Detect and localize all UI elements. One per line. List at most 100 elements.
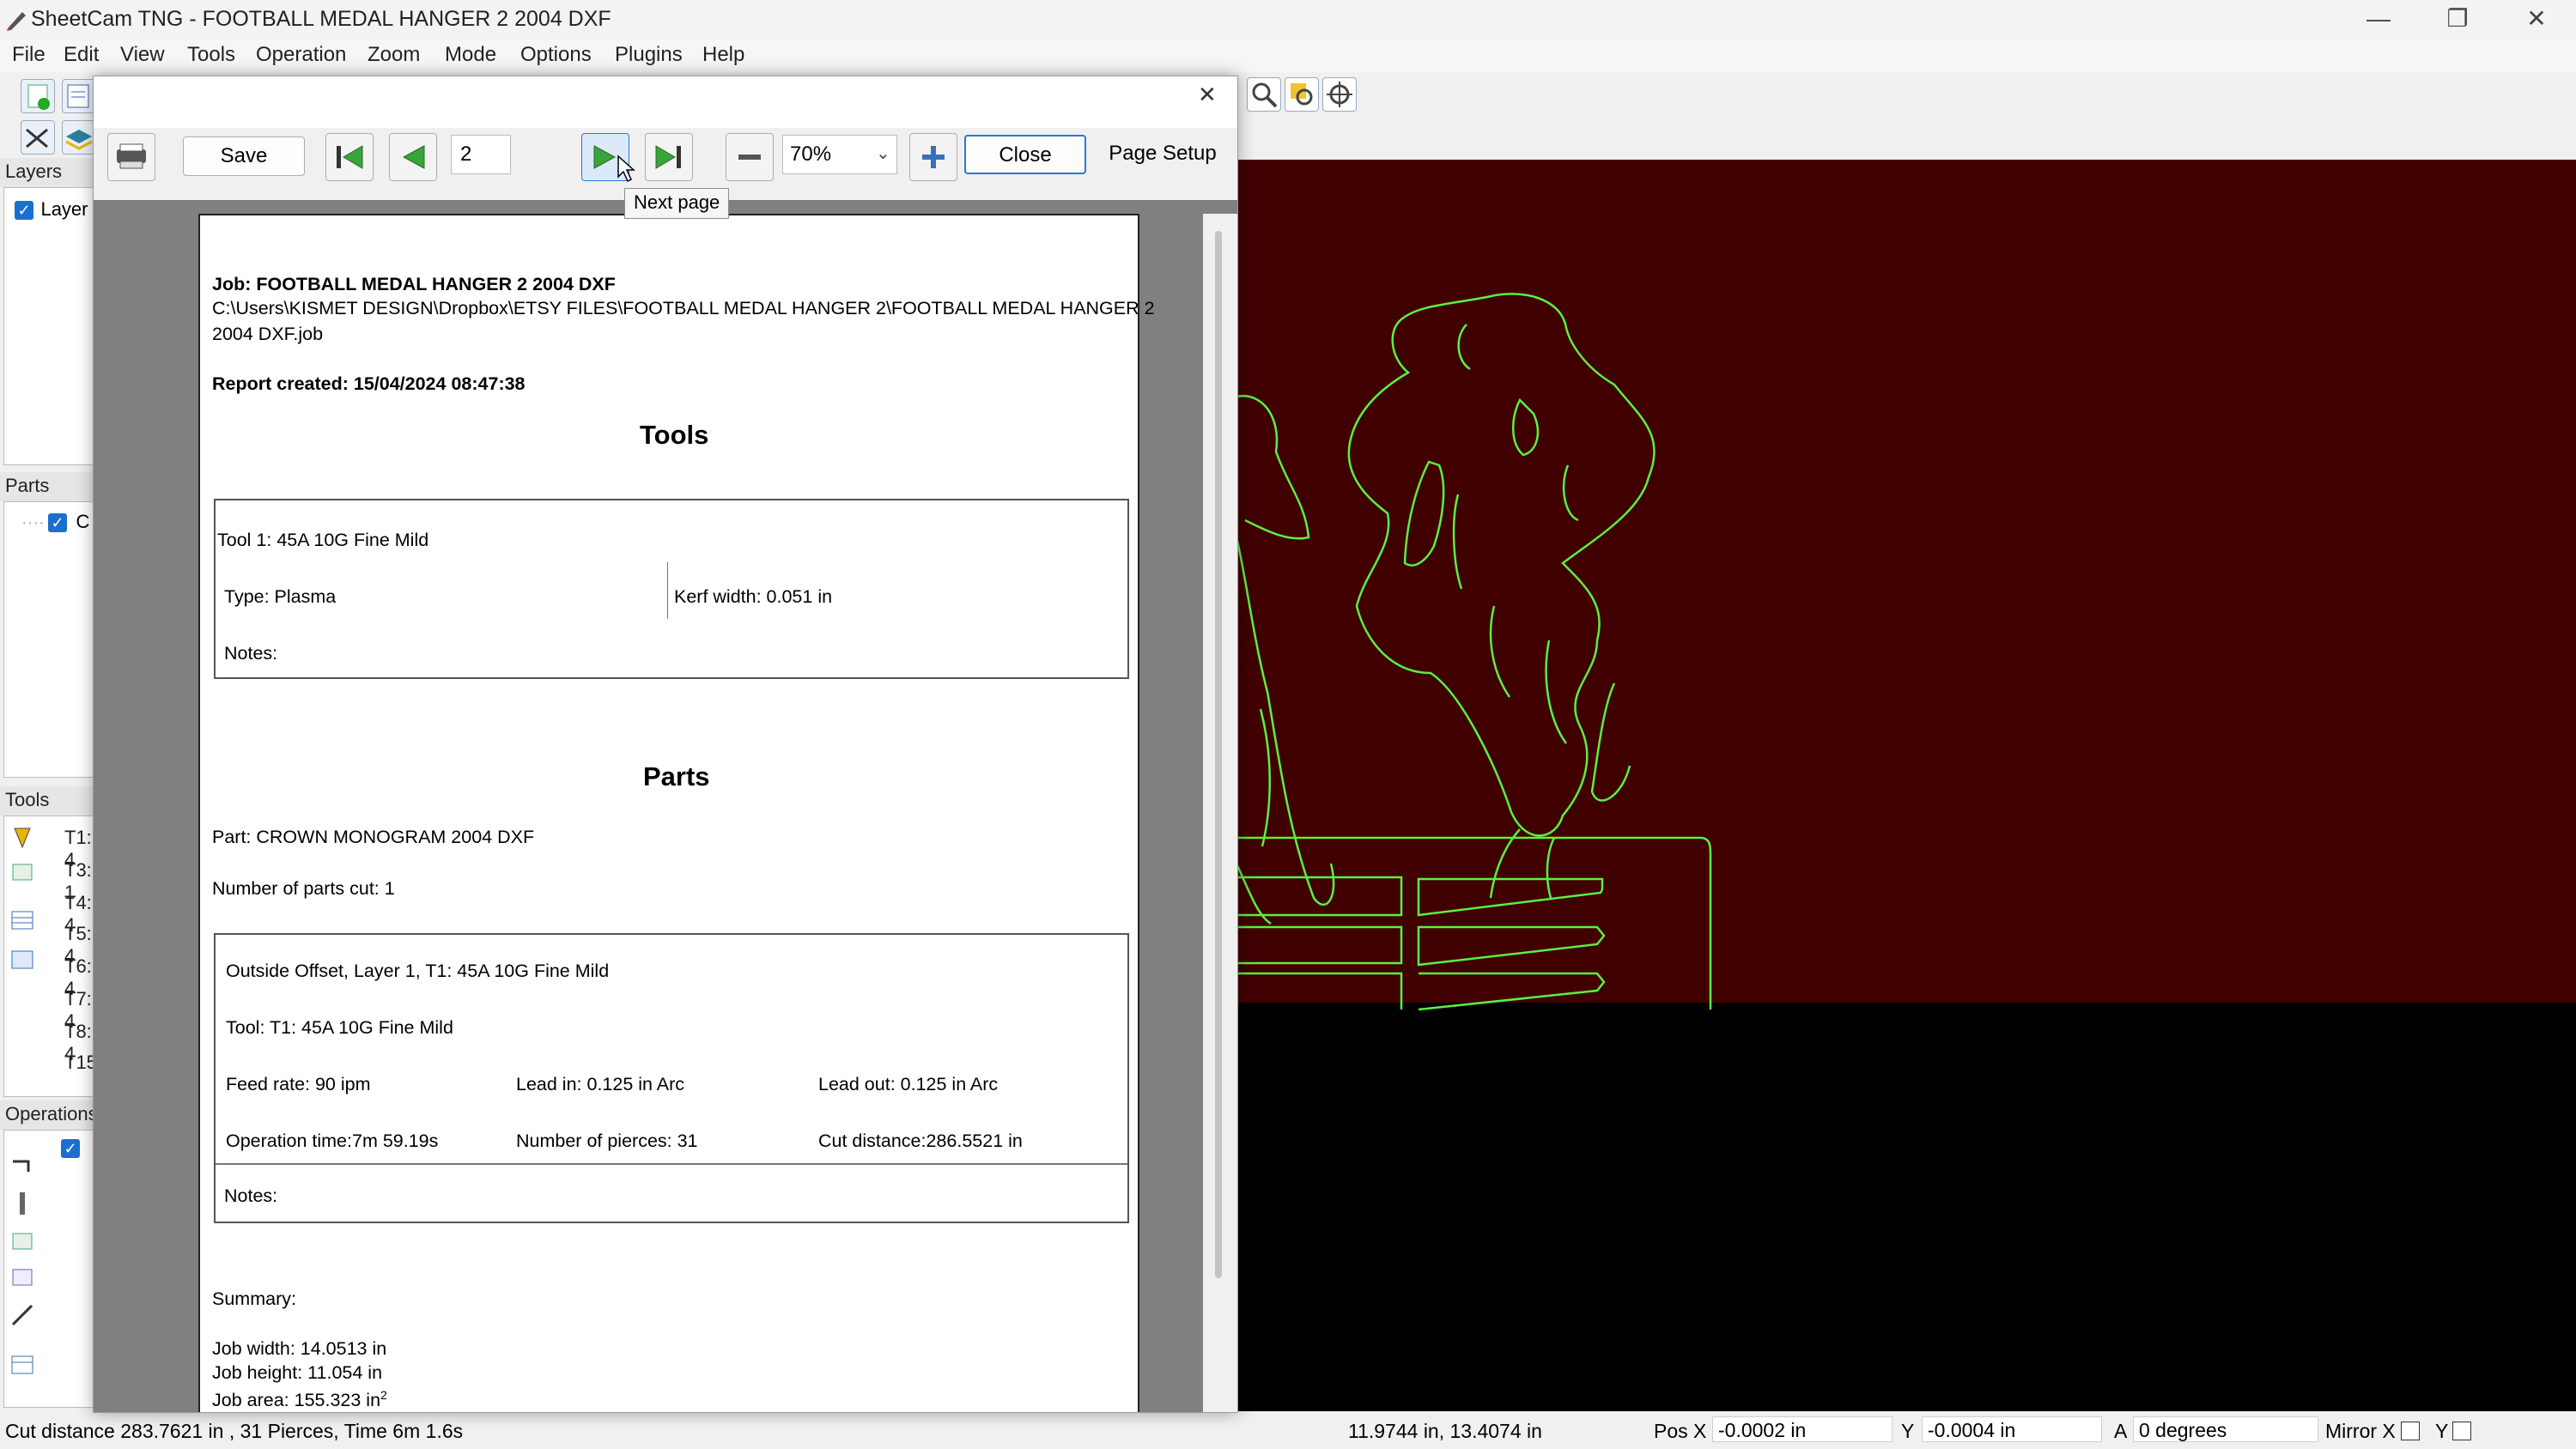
job-area-value: Job area: 155.323 in — [212, 1390, 381, 1411]
menu-file[interactable]: File — [12, 43, 46, 67]
menu-help[interactable]: Help — [702, 43, 744, 67]
operation-divider — [216, 1163, 1127, 1165]
op-drill-icon[interactable] — [9, 1191, 35, 1216]
chevron-down-icon: ⌄ — [876, 144, 890, 163]
zoom-out-icon[interactable] — [726, 133, 774, 181]
tools-panel-title: Tools — [0, 786, 93, 815]
parts-heading: Parts — [643, 761, 710, 791]
close-button[interactable]: Close — [964, 135, 1086, 174]
job-height: Job height: 11.054 in — [212, 1362, 383, 1383]
first-page-icon[interactable] — [325, 133, 374, 181]
tool-table-icon[interactable] — [9, 907, 35, 933]
tools-heading: Tools — [640, 420, 709, 450]
tool-divider — [667, 562, 668, 619]
mirror-x-checkbox[interactable] — [2401, 1422, 2420, 1440]
lead-out: Lead out: 0.125 in Arc — [818, 1074, 999, 1094]
print-icon[interactable] — [107, 133, 155, 181]
stack-icon[interactable] — [62, 120, 96, 155]
zoom-in-icon[interactable] — [909, 133, 957, 181]
cut-distance: Cut distance:286.5521 in — [818, 1131, 1023, 1151]
parts-cut: Number of parts cut: 1 — [212, 878, 395, 899]
status-summary: Cut distance 283.7621 in , 31 Pierces, T… — [5, 1420, 464, 1442]
pan-zoom-icon[interactable] — [1322, 77, 1357, 112]
mirror-y-label: Y — [2435, 1420, 2449, 1442]
football-player-drawing — [1236, 293, 1712, 1011]
menu-zoom[interactable]: Zoom — [368, 43, 420, 67]
pierce-count: Number of pierces: 31 — [516, 1131, 698, 1151]
cursor-coordinates: 11.9744 in, 13.4074 in — [1348, 1420, 1542, 1442]
job-path-line1: C:\Users\KISMET DESIGN\Dropbox\ETSY FILE… — [212, 298, 1155, 318]
tool-list-icon[interactable] — [9, 947, 35, 973]
tool-plasma-icon[interactable] — [9, 825, 35, 851]
menu-bar: File Edit View Tools Operation Zoom Mode… — [0, 39, 2576, 72]
menu-view[interactable]: View — [120, 43, 165, 67]
zoom-value: 70% — [790, 142, 832, 166]
mirror-y-checkbox[interactable] — [2452, 1422, 2471, 1440]
zoom-window-icon[interactable] — [1285, 77, 1319, 112]
scrollbar-thumb[interactable] — [1215, 231, 1222, 1278]
menu-mode[interactable]: Mode — [445, 43, 496, 67]
operations-panel-title: Operations — [0, 1100, 98, 1130]
menu-operation[interactable]: Operation — [256, 43, 346, 67]
save-button[interactable]: Save — [183, 136, 305, 176]
page-setup-button[interactable]: Page Setup — [1098, 135, 1227, 174]
job-width: Job width: 14.0513 in — [212, 1338, 387, 1359]
layers-view-icon[interactable] — [21, 120, 55, 155]
part-label: C — [76, 511, 90, 532]
parts-panel: ···· ✓ C — [3, 501, 94, 778]
operation-checkbox[interactable]: ✓ — [61, 1139, 80, 1158]
menu-options[interactable]: Options — [520, 43, 592, 67]
layer-label: Layer — [40, 198, 88, 220]
tool-1-name: Tool 1: 45A 10G Fine Mild — [217, 530, 429, 550]
layer-checkbox[interactable]: ✓ — [15, 201, 33, 220]
page-number-input[interactable]: 2 — [451, 135, 511, 174]
operation-notes: Notes: — [224, 1185, 278, 1206]
last-page-icon[interactable] — [645, 133, 693, 181]
restore-button[interactable]: ❐ — [2418, 0, 2497, 39]
tool-settings-icon[interactable] — [9, 859, 35, 885]
pos-x-input[interactable]: -0.0002 in — [1712, 1416, 1893, 1442]
status-bar: Cut distance 283.7621 in , 31 Pierces, T… — [0, 1411, 2576, 1449]
dialog-close-icon[interactable]: ✕ — [1198, 82, 1217, 108]
report-page: Job: FOOTBALL MEDAL HANGER 2 2004 DXF C:… — [198, 214, 1155, 1412]
job-path-line2: 2004 DXF.job — [212, 324, 324, 344]
mirror-x-label: Mirror X — [2325, 1420, 2396, 1442]
app-icon — [7, 12, 26, 31]
tool-box: Tool 1: 45A 10G Fine Mild Type: Plasma K… — [214, 499, 1129, 679]
op-table-icon[interactable] — [9, 1352, 35, 1378]
angle-input[interactable]: 0 degrees — [2133, 1416, 2318, 1442]
part-checkbox[interactable]: ✓ — [48, 513, 68, 532]
op-path-icon[interactable] — [9, 1302, 35, 1328]
part-name: Part: CROWN MONOGRAM 2004 DXF — [212, 827, 535, 847]
part-row[interactable]: ···· ✓ C — [21, 511, 89, 533]
zoom-select[interactable]: 70% ⌄ — [782, 135, 897, 174]
job-area-exponent: 2 — [380, 1388, 387, 1402]
operations-panel: ✓ — [3, 1130, 94, 1408]
job-area: Job area: 155.323 in2 — [212, 1388, 387, 1411]
summary-label: Summary: — [212, 1288, 296, 1309]
layer-row[interactable]: ✓ Layer — [15, 198, 88, 221]
angle-label: A — [2114, 1420, 2128, 1442]
drawing-canvas[interactable] — [1236, 160, 2576, 1411]
menu-plugins[interactable]: Plugins — [615, 43, 683, 67]
preview-scrollbar[interactable] — [1203, 214, 1237, 1412]
minimize-button[interactable]: — — [2339, 0, 2418, 39]
open-job-icon[interactable] — [62, 79, 96, 113]
tool-notes: Notes: — [224, 643, 278, 664]
pos-y-input[interactable]: -0.0004 in — [1922, 1416, 2102, 1442]
close-window-button[interactable]: ✕ — [2497, 0, 2576, 39]
op-settings-icon[interactable] — [9, 1228, 35, 1254]
new-job-icon[interactable] — [21, 79, 55, 113]
lead-in: Lead in: 0.125 in Arc — [516, 1074, 685, 1094]
op-layer-icon[interactable] — [9, 1264, 35, 1290]
pos-x-label: Pos X — [1654, 1420, 1707, 1442]
preview-area: Job: FOOTBALL MEDAL HANGER 2 2004 DXF C:… — [94, 200, 1237, 1412]
menu-edit[interactable]: Edit — [64, 43, 99, 67]
previous-page-icon[interactable] — [389, 133, 437, 181]
layers-panel: ✓ Layer — [3, 187, 94, 465]
zoom-fit-icon[interactable] — [1247, 77, 1281, 112]
mouse-cursor-icon — [617, 155, 635, 183]
tools-panel: T1: 4 T3: 1 T4: 4 T5: 4 T6: 4 T7: 4 T8: … — [3, 815, 97, 1097]
op-cut-icon[interactable] — [9, 1153, 35, 1179]
menu-tools[interactable]: Tools — [187, 43, 235, 67]
